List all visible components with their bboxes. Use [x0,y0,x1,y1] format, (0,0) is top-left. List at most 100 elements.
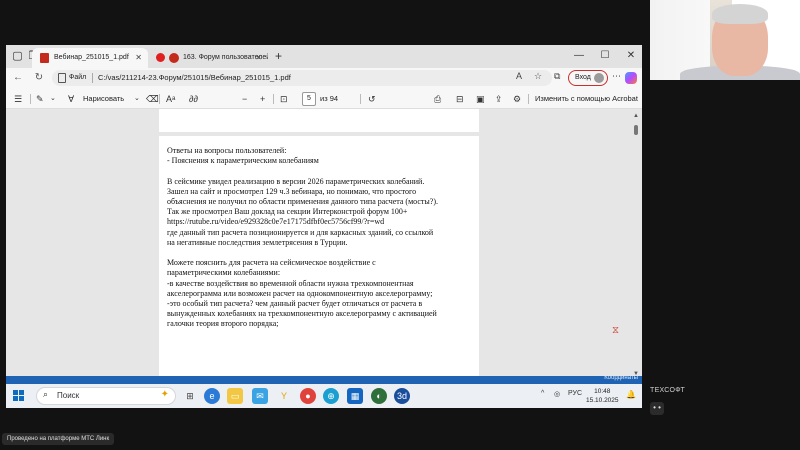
edit-with-acrobat-button[interactable]: Изменить с помощью Acrobat [535,92,638,106]
toolbar-separator [159,94,160,104]
search-label: Поиск [57,391,80,400]
maximize-button[interactable]: ☐ [598,48,612,63]
pdf-text-line: В сейсмике увидел реализацию в версии 20… [167,176,425,186]
pdf-text-line: параметрическими колебаниями: [167,268,281,278]
vertical-scrollbar[interactable]: ▲ ▼ [632,109,640,382]
app-icon[interactable]: ⊕ [323,388,339,404]
more-menu-icon[interactable]: ⋯ [612,71,621,82]
highlight-icon[interactable]: ✎ [36,92,44,106]
coordinates-label: Координаты [604,375,638,381]
collections-icon[interactable]: ⧉ [554,71,560,82]
read-aloud-icon[interactable]: ∂∂ [189,92,198,106]
pdf-text-line: -в качестве воздействия во временной обл… [167,278,414,288]
toolbar-separator [273,94,274,104]
rotate-icon[interactable]: ↺ [368,92,376,106]
fit-page-icon[interactable]: ⊡ [280,92,288,106]
chevron-down-icon[interactable]: ⌄ [50,92,56,106]
mail-icon[interactable]: ✉ [252,388,268,404]
workspaces-icon[interactable]: ▢ [10,49,25,64]
address-scheme-label: Файл [69,74,87,81]
text-icon[interactable]: Aᵃ [166,92,175,106]
copilot-icon[interactable] [625,72,637,84]
close-icon[interactable]: ✕ [255,48,262,68]
login-button[interactable]: Вход [568,70,608,86]
pdf-text-line: https://rutube.ru/video/e929328c0e7e1717… [167,217,385,227]
zoom-out-icon[interactable]: − [242,92,247,106]
address-separator [92,73,93,83]
task-view-icon[interactable]: ⊞ [182,388,198,404]
app-icon[interactable]: ◐ [371,388,387,404]
app-icon[interactable]: ● [300,388,316,404]
notifications-icon[interactable]: 🔔 [626,390,636,399]
address-url[interactable]: C:/vas/211214-23.Форум/251015/Вебинар_25… [98,70,291,86]
shared-screen: ▢ ❐ Вебинар_251015_1.pdf ✕ 163. Форум по… [6,45,642,408]
contents-icon[interactable]: ☰ [14,92,22,106]
draw-button[interactable]: Нарисовать [83,92,124,106]
file-explorer-icon[interactable]: ▭ [227,388,243,404]
chevron-down-icon[interactable]: ⌄ [134,92,140,106]
language-indicator[interactable]: РУС [568,390,582,397]
file-icon [58,73,66,83]
network-icon[interactable]: ◎ [554,390,560,398]
browser-tab-strip: ▢ ❐ Вебинар_251015_1.pdf ✕ 163. Форум по… [6,45,642,68]
taskbar-clock[interactable]: 10:48 15.10.2025 [586,387,619,405]
gear-icon[interactable]: ⚙ [513,92,521,106]
tab-forum[interactable]: 163. Форум пользователей ✕ [150,48,268,68]
taskbar-search[interactable]: ⌕ Поиск ✦ [36,387,176,405]
webcam-person-hair [712,4,768,24]
save-as-icon[interactable]: ⊟ [456,92,464,106]
windows-start-icon[interactable] [13,390,25,402]
pdf-text-line: Ответы на вопросы пользователей: [167,146,287,155]
page-total-label: из 94 [320,94,339,103]
save-icon[interactable]: ▣ [476,92,485,106]
participant-more-button[interactable]: • • [650,402,664,415]
pdf-text-line: на негативные последствия землетрясения … [167,237,348,247]
close-window-button[interactable]: ✕ [624,48,638,63]
clock-time: 10:48 [594,388,611,395]
pdf-text-line: Так же просмотрел Ваш доклад на секции И… [167,207,408,217]
app-icon[interactable]: 3d [394,388,410,404]
pdf-text-line: вынужденных колебаниях на трехкомпонентн… [167,309,437,319]
tab-pdf[interactable]: Вебинар_251015_1.pdf ✕ [32,48,148,68]
address-bar[interactable]: Файл C:/vas/211214-23.Форум/251015/Вебин… [52,70,552,86]
pdf-text-line: Зашел на сайт и просмотрел 129 ч.3 вебин… [167,186,417,196]
zoom-in-icon[interactable]: + [260,92,265,106]
copilot-sparkle-icon: ✦ [160,389,169,400]
previous-page-edge [159,109,479,134]
search-icon: ⌕ [43,389,49,399]
favorite-star-icon[interactable]: ☆ [534,71,542,82]
meeting-stage: ▢ ❐ Вебинар_251015_1.pdf ✕ 163. Форум по… [0,0,800,450]
tray-chevron-icon[interactable]: ^ [541,390,544,397]
page-number-input[interactable]: 5 [302,92,316,106]
read-aloud-icon[interactable]: A [516,71,522,81]
scroll-thumb[interactable] [634,125,638,135]
scroll-up-icon[interactable]: ▲ [633,113,639,119]
share-icon[interactable]: ⇪ [495,92,503,106]
print-icon[interactable]: ⎙ [434,92,441,106]
pdf-text-line: галочки теория второго порядка; [167,319,279,329]
tab-pdf-label: Вебинар_251015_1.pdf [54,54,129,61]
app-icon[interactable]: ▦ [347,388,363,404]
close-icon[interactable]: ✕ [135,48,142,68]
site-favicon-icon [169,53,179,63]
acrobat-icon[interactable]: ⧖ [612,325,624,337]
draw-icon[interactable]: ∀ [68,92,74,106]
address-row: ← ↻ Файл C:/vas/211214-23.Форум/251015/В… [6,68,642,89]
new-tab-button[interactable]: + [271,49,286,64]
edge-icon[interactable]: e [204,388,220,404]
minimize-button[interactable]: — [572,48,586,63]
pdf-file-icon [40,53,49,63]
yandex-icon[interactable]: Y [276,388,292,404]
pdf-text-line: объяснения не получил по области примене… [167,197,438,206]
pdf-text-line: -это особый тип расчета? чем данный расч… [167,299,423,308]
refresh-icon[interactable]: ↻ [32,71,46,85]
back-icon[interactable]: ← [11,71,25,85]
app-status-bar: Координаты [6,375,642,384]
participant-name: ТЕХСОФТ [650,387,686,394]
platform-badge: Проведено на платформе МТС Линк [2,433,115,445]
toolbar-separator [360,94,361,104]
eraser-icon[interactable]: ⌫ [146,92,159,106]
pdf-text-line: акселерограмма или возможен расчет на од… [167,288,433,298]
avatar-icon [594,73,604,83]
pdf-text-line: где данный тип расчета позиционируется и… [167,227,434,237]
